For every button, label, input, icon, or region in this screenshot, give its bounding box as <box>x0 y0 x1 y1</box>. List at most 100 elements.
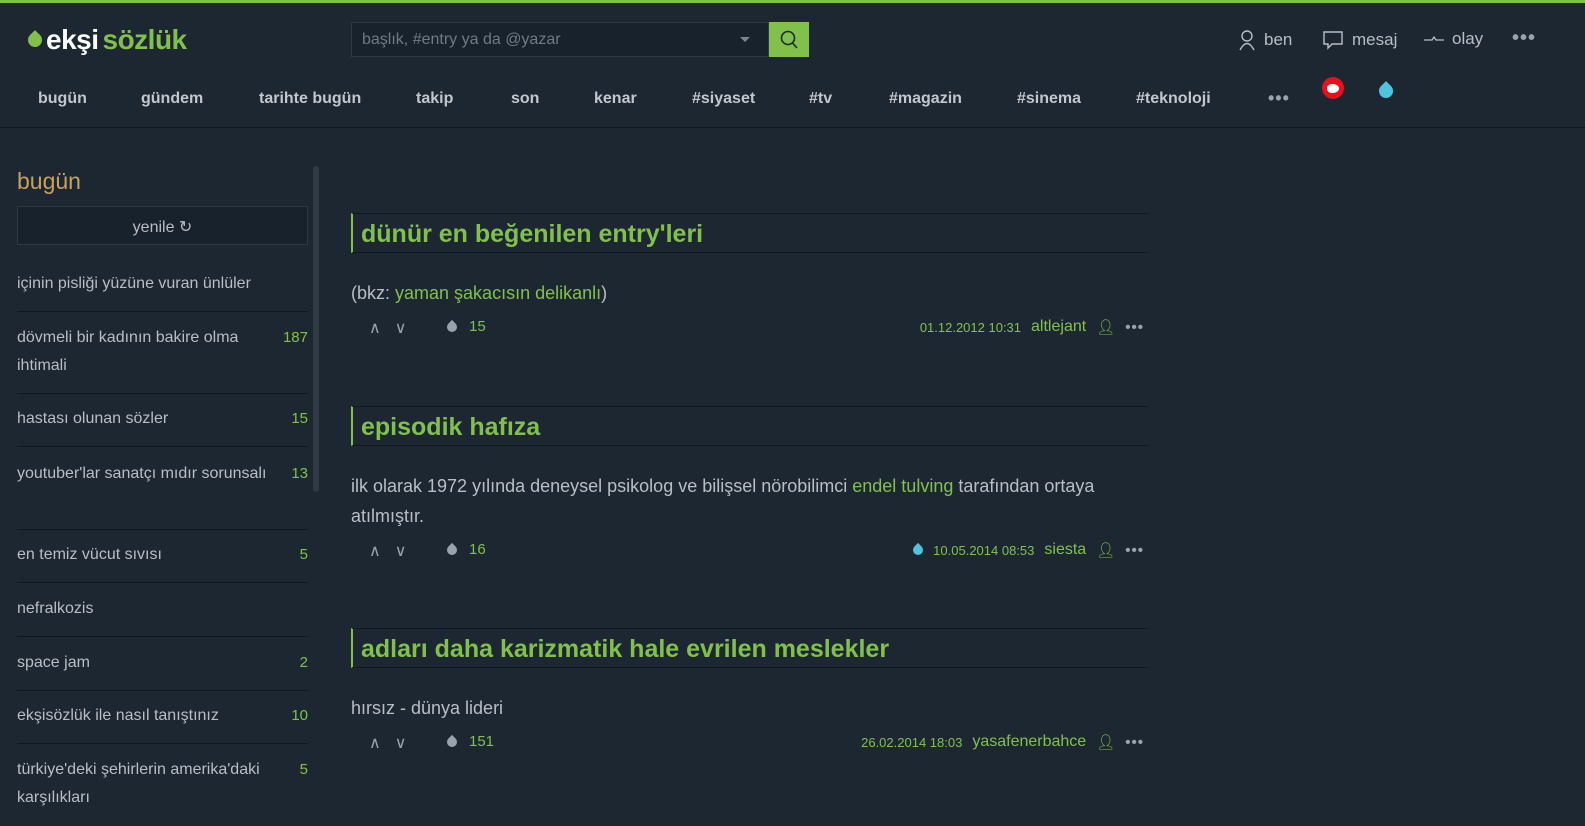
user-menu-mesaj[interactable]: mesaj <box>1322 29 1397 51</box>
entry-footer: ∧∨ 16 10.05.2014 08:53 siesta 👤︎ ••• <box>351 541 1144 561</box>
topic-title: space jam <box>17 654 90 671</box>
nav-bugun[interactable]: bugün <box>38 90 87 108</box>
logo-part2: sözlük <box>102 24 188 55</box>
sidebar-topic[interactable]: ekşisözlük ile nasıl tanıştınız 10 <box>17 702 308 744</box>
entry-author[interactable]: siesta <box>1044 541 1086 559</box>
entry-author[interactable]: altlejant <box>1031 318 1086 336</box>
sidebar-topic[interactable]: space jam 2 <box>17 649 308 691</box>
nav-sinema[interactable]: #sinema <box>1017 90 1081 108</box>
entry-content: hırsız - dünya lideri <box>351 693 1141 723</box>
entry-author[interactable]: yasafenerbahce <box>972 733 1086 751</box>
entry-text: ilk olarak 1972 yılında deneysel psikolo… <box>351 476 853 496</box>
nav-son[interactable]: son <box>511 90 539 108</box>
vote-buttons[interactable]: ∧∨ <box>369 733 420 753</box>
topic-title: nefralkozis <box>17 600 94 617</box>
entry-date[interactable]: 01.12.2012 10:31 <box>920 320 1021 335</box>
nav-tv[interactable]: #tv <box>809 90 832 108</box>
entry-link[interactable]: endel tulving <box>852 476 953 496</box>
favorite-button[interactable]: 16 <box>444 541 486 558</box>
sidebar-topic[interactable]: en temiz vücut sıvısı 5 <box>17 541 308 583</box>
nav-kenar[interactable]: kenar <box>594 90 637 108</box>
fav-count: 151 <box>469 733 495 750</box>
sidebar-topic[interactable]: içinin pisliği yüzüne vuran ünlüler <box>17 270 308 312</box>
entry-date[interactable]: 10.05.2014 08:53 <box>933 543 1034 558</box>
topic-title: türkiye'deki şehirlerin amerika'daki kar… <box>17 761 260 806</box>
drop-icon <box>25 30 45 50</box>
topic-count: 5 <box>299 546 308 563</box>
nav-gundem[interactable]: gündem <box>141 90 203 108</box>
video-icon[interactable] <box>1322 77 1344 99</box>
user-icon[interactable]: 👤︎ <box>1096 318 1115 336</box>
user-icon[interactable]: 👤︎ <box>1096 733 1115 751</box>
dropdown-caret-icon[interactable] <box>740 37 750 47</box>
vote-buttons[interactable]: ∧∨ <box>369 318 420 338</box>
drop-icon <box>444 542 460 557</box>
top-accent-bar <box>0 0 1585 3</box>
drop-icon <box>444 734 460 749</box>
sidebar-topic[interactable]: dövmeli bir kadının bakire olma ihtimali… <box>17 324 308 394</box>
topic-title: dövmeli bir kadının bakire olma ihtimali <box>17 329 239 374</box>
nav-teknoloji[interactable]: #teknoloji <box>1136 90 1211 108</box>
sidebar-scrollbar[interactable] <box>313 166 319 492</box>
more-menu-button[interactable]: ••• <box>1512 27 1536 50</box>
entry-link[interactable]: yaman şakacısın delikanlı <box>395 283 601 303</box>
entry-text: (bkz: <box>351 283 396 303</box>
nav-magazin[interactable]: #magazin <box>889 90 962 108</box>
entry-date[interactable]: 26.02.2014 18:03 <box>861 735 962 750</box>
user-icon[interactable]: 👤︎ <box>1096 541 1115 559</box>
message-icon <box>1323 31 1343 50</box>
olay-label: olay <box>1452 29 1484 48</box>
search-placeholder: başlık, #entry ya da @yazar <box>362 31 561 48</box>
entry-topic-title[interactable]: episodik hafıza <box>351 406 1148 446</box>
vote-buttons[interactable]: ∧∨ <box>369 541 420 561</box>
drop-icon-blue <box>911 542 926 558</box>
nav-siyaset[interactable]: #siyaset <box>692 90 755 108</box>
topic-title: içinin pisliği yüzüne vuran ünlüler <box>17 275 251 292</box>
sidebar-topic[interactable]: türkiye'deki şehirlerin amerika'daki kar… <box>17 756 308 826</box>
drop-icon <box>444 319 460 334</box>
search-icon <box>780 30 798 49</box>
entry-content: ilk olarak 1972 yılında deneysel psikolo… <box>351 471 1141 531</box>
sidebar-topic[interactable]: youtuber'lar sanatçı mıdır sorunsalı 13 <box>17 460 308 530</box>
entry-topic-title[interactable]: dünür en beğenilen entry'leri <box>351 213 1148 253</box>
entry-topic-title[interactable]: adları daha karizmatik hale evrilen mesl… <box>351 628 1148 668</box>
entry-more-button[interactable]: ••• <box>1125 734 1144 751</box>
mesaj-label: mesaj <box>1352 30 1398 49</box>
favorite-button[interactable]: 15 <box>444 318 486 335</box>
entry-content: (bkz: yaman şakacısın delikanlı) <box>351 278 1141 308</box>
nav-more-button[interactable]: ••• <box>1268 88 1290 109</box>
topic-count: 10 <box>291 707 308 724</box>
drop-icon-blue[interactable] <box>1376 81 1396 101</box>
entry-footer: ∧∨ 151 26.02.2014 18:03 yasafenerbahce 👤︎ •… <box>351 733 1144 753</box>
topic-title: youtuber'lar sanatçı mıdır sorunsalı <box>17 465 267 482</box>
nav-tarihte-bugun[interactable]: tarihte bugün <box>259 90 361 108</box>
topic-title: hastası olunan sözler <box>17 410 169 427</box>
favorite-button[interactable]: 151 <box>444 733 495 750</box>
nav-takip[interactable]: takip <box>416 90 453 108</box>
entry-more-button[interactable]: ••• <box>1125 319 1144 336</box>
sidebar-topic[interactable]: nefralkozis <box>17 595 308 637</box>
topic-title: ekşisözlük ile nasıl tanıştınız <box>17 707 219 724</box>
user-menu-ben[interactable]: ben <box>1238 29 1292 51</box>
logo[interactable]: ekşi sözlük <box>25 24 188 56</box>
header-divider <box>0 127 1585 128</box>
topic-count: 13 <box>291 465 308 482</box>
sidebar-topic[interactable]: hastası olunan sözler 15 <box>17 405 308 447</box>
topic-count: 5 <box>299 761 308 778</box>
fav-count: 16 <box>469 541 486 558</box>
refresh-button[interactable]: yenile ↻ <box>17 206 308 245</box>
entry-footer: ∧∨ 15 01.12.2012 10:31 altlejant 👤︎ ••• <box>351 318 1144 338</box>
logo-part1: ekşi <box>46 24 99 55</box>
topic-count: 15 <box>291 410 308 427</box>
entry-more-button[interactable]: ••• <box>1125 542 1144 559</box>
topic-title: en temiz vücut sıvısı <box>17 546 162 563</box>
activity-icon <box>1424 35 1444 41</box>
user-menu-olay[interactable]: olay <box>1424 29 1483 49</box>
search-button[interactable] <box>769 22 809 57</box>
topic-count: 2 <box>299 654 308 671</box>
entry-text: hırsız - dünya lideri <box>351 698 504 718</box>
topic-count: 187 <box>282 329 308 346</box>
user-icon <box>1239 30 1255 51</box>
entry-text: ) <box>601 283 608 303</box>
search-input[interactable]: başlık, #entry ya da @yazar <box>351 22 769 57</box>
